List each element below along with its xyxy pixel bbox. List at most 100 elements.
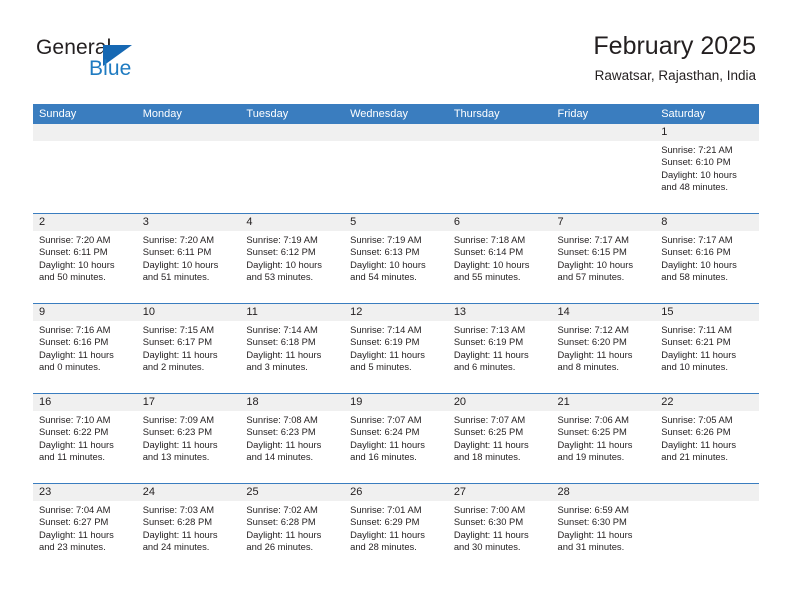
sunrise-text: Sunrise: 7:12 AM [557, 324, 629, 335]
calendar-day-cell[interactable]: 15 Sunrise: 7:11 AM Sunset: 6:21 PM Dayligh… [655, 304, 759, 393]
day-number [447, 124, 552, 141]
day-details: Sunrise: 7:19 AM Sunset: 6:12 PM Daylight:… [240, 231, 344, 283]
calendar-day-cell[interactable]: 18 Sunrise: 7:08 AM Sunset: 6:23 PM Dayligh… [240, 394, 345, 483]
day-number [551, 124, 656, 141]
daylight-text: Daylight: 10 hours and 57 minutes. [557, 258, 634, 282]
calendar-day-cell[interactable]: 4 Sunrise: 7:19 AM Sunset: 6:12 PM Daylight… [240, 214, 345, 303]
day-number: 17 [136, 394, 241, 411]
day-number [655, 484, 759, 501]
calendar-day-cell[interactable]: 14 Sunrise: 7:12 AM Sunset: 6:20 PM Dayligh… [551, 304, 656, 393]
sunrise-text: Sunrise: 7:17 AM [557, 234, 629, 245]
day-details: Sunrise: 7:12 AM Sunset: 6:20 PM Daylight:… [552, 321, 656, 373]
calendar-day-cell[interactable]: 22 Sunrise: 7:05 AM Sunset: 6:26 PM Dayligh… [655, 394, 759, 483]
calendar-day-cell[interactable]: 7 Sunrise: 7:17 AM Sunset: 6:15 PM Daylight… [551, 214, 656, 303]
calendar-day-cell[interactable]: 21 Sunrise: 7:06 AM Sunset: 6:25 PM Dayligh… [551, 394, 656, 483]
sunrise-text: Sunrise: 7:10 AM [39, 414, 111, 425]
calendar-day-cell[interactable]: 20 Sunrise: 7:07 AM Sunset: 6:25 PM Dayligh… [447, 394, 552, 483]
calendar-week-row: 2 Sunrise: 7:20 AM Sunset: 6:11 PM Daylight… [33, 213, 759, 303]
sunrise-text: Sunrise: 7:19 AM [246, 234, 318, 245]
page-title: February 2025 [593, 32, 756, 60]
brand-logo[interactable]: General Blue [36, 36, 236, 86]
day-number: 23 [33, 484, 137, 501]
day-number: 7 [551, 214, 656, 231]
calendar-day-cell[interactable]: 13 Sunrise: 7:13 AM Sunset: 6:19 PM Dayligh… [447, 304, 552, 393]
day-details: Sunrise: 7:00 AM Sunset: 6:30 PM Daylight:… [448, 501, 552, 553]
day-number: 22 [655, 394, 759, 411]
calendar-day-cell[interactable]: 27 Sunrise: 7:00 AM Sunset: 6:30 PM Dayligh… [447, 484, 552, 573]
sunset-text: Sunset: 6:28 PM [142, 516, 213, 528]
calendar-day-cell-empty [33, 124, 137, 213]
day-number: 27 [447, 484, 552, 501]
calendar-day-cell-empty [240, 124, 345, 213]
sunrise-text: Sunrise: 7:08 AM [246, 414, 318, 425]
calendar-day-cell-empty [447, 124, 552, 213]
day-details: Sunrise: 7:04 AM Sunset: 6:27 PM Daylight:… [33, 501, 137, 553]
day-details: Sunrise: 7:11 AM Sunset: 6:21 PM Daylight:… [655, 321, 759, 373]
sunrise-text: Sunrise: 7:13 AM [453, 324, 526, 335]
sunrise-text: Sunrise: 7:05 AM [661, 414, 733, 425]
calendar-day-cell[interactable]: 5 Sunrise: 7:19 AM Sunset: 6:13 PM Daylight… [344, 214, 448, 303]
calendar-day-cell[interactable]: 23 Sunrise: 7:04 AM Sunset: 6:27 PM Dayligh… [33, 484, 137, 573]
day-number: 20 [447, 394, 552, 411]
title-block: February 2025 Rawatsar, Rajasthan, India [593, 30, 756, 86]
day-details: Sunrise: 7:08 AM Sunset: 6:23 PM Daylight:… [240, 411, 344, 463]
calendar-day-cell[interactable]: 8 Sunrise: 7:17 AM Sunset: 6:16 PM Daylight… [655, 214, 759, 303]
day-number: 16 [33, 394, 137, 411]
daylight-text: Daylight: 10 hours and 58 minutes. [661, 258, 737, 282]
sunset-text: Sunset: 6:16 PM [39, 336, 109, 348]
calendar-day-cell[interactable]: 12 Sunrise: 7:14 AM Sunset: 6:19 PM Dayligh… [344, 304, 448, 393]
sunset-text: Sunset: 6:12 PM [246, 246, 316, 258]
day-number: 25 [240, 484, 345, 501]
calendar-day-cell[interactable]: 19 Sunrise: 7:07 AM Sunset: 6:24 PM Dayligh… [344, 394, 448, 483]
calendar-day-cell-empty [344, 124, 448, 213]
day-details: Sunrise: 7:09 AM Sunset: 6:23 PM Daylight:… [137, 411, 241, 463]
weekday-header-row: Sunday Monday Tuesday Wednesday Thursday… [33, 104, 759, 124]
calendar-day-cell[interactable]: 1 Sunrise: 7:21 AM Sunset: 6:10 PM Daylight… [655, 124, 759, 213]
day-number: 21 [551, 394, 656, 411]
daylight-text: Daylight: 11 hours and 10 minutes. [661, 348, 737, 372]
calendar-day-cell[interactable]: 10 Sunrise: 7:15 AM Sunset: 6:17 PM Dayligh… [136, 304, 241, 393]
sunset-text: Sunset: 6:22 PM [39, 426, 109, 438]
sunset-text: Sunset: 6:10 PM [661, 156, 731, 168]
daylight-text: Daylight: 11 hours and 13 minutes. [142, 438, 218, 462]
sunrise-text: Sunrise: 7:11 AM [661, 324, 732, 335]
calendar-day-cell[interactable]: 26 Sunrise: 7:01 AM Sunset: 6:29 PM Dayligh… [344, 484, 448, 573]
sunset-text: Sunset: 6:30 PM [453, 516, 524, 528]
daylight-text: Daylight: 11 hours and 21 minutes. [661, 438, 737, 462]
daylight-text: Daylight: 11 hours and 8 minutes. [557, 348, 633, 372]
calendar-day-cell[interactable]: 11 Sunrise: 7:14 AM Sunset: 6:18 PM Dayligh… [240, 304, 345, 393]
day-details: Sunrise: 7:07 AM Sunset: 6:24 PM Daylight:… [344, 411, 448, 463]
calendar-day-cell[interactable]: 16 Sunrise: 7:10 AM Sunset: 6:22 PM Dayligh… [33, 394, 137, 483]
calendar-day-cell[interactable]: 28 Sunrise: 6:59 AM Sunset: 6:30 PM Dayligh… [551, 484, 656, 573]
daylight-text: Daylight: 11 hours and 14 minutes. [246, 438, 322, 462]
daylight-text: Daylight: 11 hours and 11 minutes. [39, 438, 114, 462]
daylight-text: Daylight: 10 hours and 50 minutes. [39, 258, 115, 282]
day-details: Sunrise: 6:59 AM Sunset: 6:30 PM Daylight:… [552, 501, 656, 553]
day-details: Sunrise: 7:01 AM Sunset: 6:29 PM Daylight:… [344, 501, 448, 553]
calendar-grid: Sunday Monday Tuesday Wednesday Thursday… [33, 104, 759, 573]
calendar-day-cell[interactable]: 17 Sunrise: 7:09 AM Sunset: 6:23 PM Dayligh… [136, 394, 241, 483]
daylight-text: Daylight: 11 hours and 30 minutes. [453, 528, 529, 552]
day-number: 11 [240, 304, 345, 321]
sunset-text: Sunset: 6:13 PM [350, 246, 420, 258]
calendar-day-cell-empty [551, 124, 656, 213]
day-number: 13 [447, 304, 552, 321]
calendar-day-cell-empty [655, 484, 759, 573]
day-details: Sunrise: 7:17 AM Sunset: 6:15 PM Daylight:… [552, 231, 656, 283]
daylight-text: Daylight: 11 hours and 3 minutes. [246, 348, 322, 372]
day-number: 4 [240, 214, 345, 231]
sunset-text: Sunset: 6:17 PM [142, 336, 213, 348]
sunset-text: Sunset: 6:21 PM [661, 336, 731, 348]
calendar-day-cell[interactable]: 25 Sunrise: 7:02 AM Sunset: 6:28 PM Dayligh… [240, 484, 345, 573]
page-header: General Blue February 2025 Rawatsar, Raj… [0, 0, 792, 100]
calendar-day-cell[interactable]: 2 Sunrise: 7:20 AM Sunset: 6:11 PM Daylight… [33, 214, 137, 303]
sunset-text: Sunset: 6:11 PM [39, 246, 108, 258]
day-number: 14 [551, 304, 656, 321]
daylight-text: Daylight: 10 hours and 54 minutes. [350, 258, 426, 282]
calendar-day-cell[interactable]: 6 Sunrise: 7:18 AM Sunset: 6:14 PM Daylight… [447, 214, 552, 303]
calendar-week-row: 1 Sunrise: 7:21 AM Sunset: 6:10 PM Daylight… [33, 124, 759, 213]
calendar-day-cell[interactable]: 24 Sunrise: 7:03 AM Sunset: 6:28 PM Dayligh… [136, 484, 241, 573]
calendar-day-cell[interactable]: 3 Sunrise: 7:20 AM Sunset: 6:11 PM Daylight… [136, 214, 241, 303]
sunset-text: Sunset: 6:19 PM [453, 336, 524, 348]
calendar-day-cell[interactable]: 9 Sunrise: 7:16 AM Sunset: 6:16 PM Daylight… [33, 304, 137, 393]
